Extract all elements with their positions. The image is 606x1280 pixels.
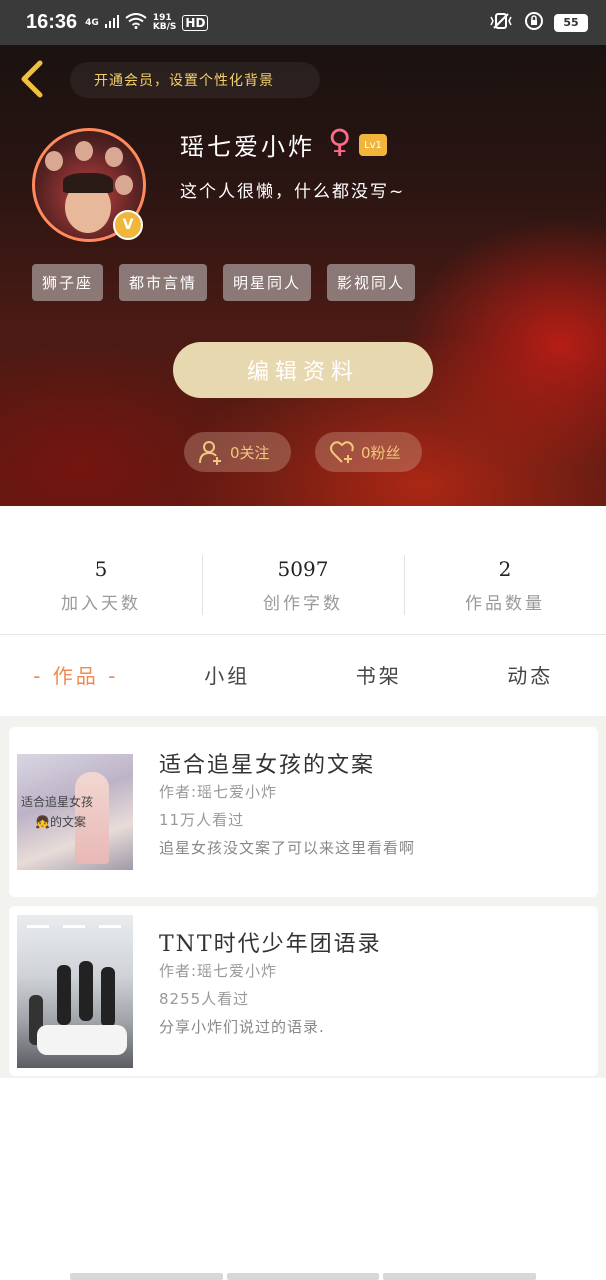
profile-header: 开通会员，设置个性化背景 V 瑶七爱小炸 ♀ Lv1 这个人很懒，什么都没写~ … (0, 45, 606, 506)
tab-groups[interactable]: 小组 (152, 660, 304, 689)
stat-value: 2 (498, 556, 512, 581)
bottom-indicator (70, 1273, 537, 1280)
vibrate-icon (488, 12, 514, 34)
stat-value: 5 (94, 556, 108, 581)
stat-label: 作品数量 (465, 593, 545, 614)
stats-row: 5 加入天数 5097 创作字数 2 作品数量 (0, 551, 606, 619)
stat-works-count: 2 作品数量 (404, 551, 606, 619)
lock-rotation-icon (524, 11, 544, 35)
work-cover-image (17, 915, 133, 1068)
work-summary: 追星女孩没文案了可以来这里看看啊 (159, 839, 416, 857)
network-speed: 191 KB/S (152, 13, 177, 32)
status-right-icons: 55 (488, 11, 588, 35)
work-views: 11万人看过 (159, 811, 245, 829)
wifi-icon (125, 13, 147, 32)
cover-caption-line: 👧的文案 (35, 815, 86, 829)
work-title: TNT时代少年团语录 (159, 932, 382, 957)
hd-badge: HD (182, 14, 209, 31)
level-badge: Lv1 (359, 134, 387, 156)
speed-unit: KB/S (152, 21, 177, 32)
cover-caption: 适合追星女孩 👧的文案 (21, 792, 93, 832)
signal-icon (104, 14, 119, 31)
work-title: 适合追星女孩的文案 (159, 753, 376, 778)
work-summary: 分享小炸们说过的语录. (159, 1018, 325, 1036)
tag-item[interactable]: 明星同人 (223, 264, 312, 301)
tab-bar: - 作品 - 小组 书架 动态 (0, 636, 606, 712)
work-author: 作者:瑶七爱小炸 (159, 783, 278, 801)
following-label: 0关注 (230, 443, 270, 462)
status-time: 16:36 (26, 11, 78, 33)
cover-caption-line: 适合追星女孩 (21, 795, 94, 809)
vip-banner[interactable]: 开通会员，设置个性化背景 (70, 62, 320, 98)
work-author: 作者:瑶七爱小炸 (159, 962, 278, 980)
following-button[interactable]: 0关注 (184, 432, 291, 472)
status-left-icons: 4G 191 KB/S HD (85, 13, 209, 32)
edit-profile-button[interactable]: 编辑资料 (173, 342, 433, 398)
fans-button[interactable]: 0粉丝 (315, 432, 422, 472)
tag-item[interactable]: 都市言情 (119, 264, 208, 301)
username: 瑶七爱小炸 (180, 133, 315, 161)
heart-plus-icon (330, 441, 354, 463)
divider (0, 634, 606, 635)
tag-list: 狮子座 都市言情 明星同人 影视同人 (32, 264, 416, 301)
work-views: 8255人看过 (159, 990, 250, 1008)
follow-row: 0关注 0粉丝 (184, 432, 422, 472)
stat-label: 创作字数 (263, 593, 343, 614)
tab-bookshelf[interactable]: 书架 (303, 660, 455, 689)
chevron-left-icon (21, 60, 43, 98)
stat-join-days: 5 加入天数 (0, 551, 202, 619)
network-type: 4G (85, 17, 99, 28)
work-cover-image: 适合追星女孩 👧的文案 (17, 754, 133, 870)
status-bar: 16:36 4G 191 KB/S HD 55 (0, 0, 606, 45)
stat-label: 加入天数 (61, 593, 141, 614)
battery-icon: 55 (554, 13, 588, 32)
stat-value: 5097 (277, 556, 329, 581)
verified-badge-icon: V (113, 210, 143, 240)
work-card[interactable]: TNT时代少年团语录 作者:瑶七爱小炸 8255人看过 分享小炸们说过的语录. (9, 906, 598, 1076)
work-card[interactable]: 适合追星女孩 👧的文案 适合追星女孩的文案 作者:瑶七爱小炸 11万人看过 追星… (9, 727, 598, 897)
stat-word-count: 5097 创作字数 (202, 551, 404, 619)
add-user-icon (199, 441, 221, 465)
female-icon: ♀ (328, 122, 352, 160)
tab-activity[interactable]: 动态 (455, 660, 606, 689)
tag-item[interactable]: 狮子座 (32, 264, 104, 301)
fans-label: 0粉丝 (361, 443, 401, 462)
bio: 这个人很懒，什么都没写~ (180, 182, 406, 202)
tab-works[interactable]: - 作品 - (0, 660, 152, 689)
back-button[interactable] (14, 59, 50, 99)
tag-item[interactable]: 影视同人 (327, 264, 416, 301)
